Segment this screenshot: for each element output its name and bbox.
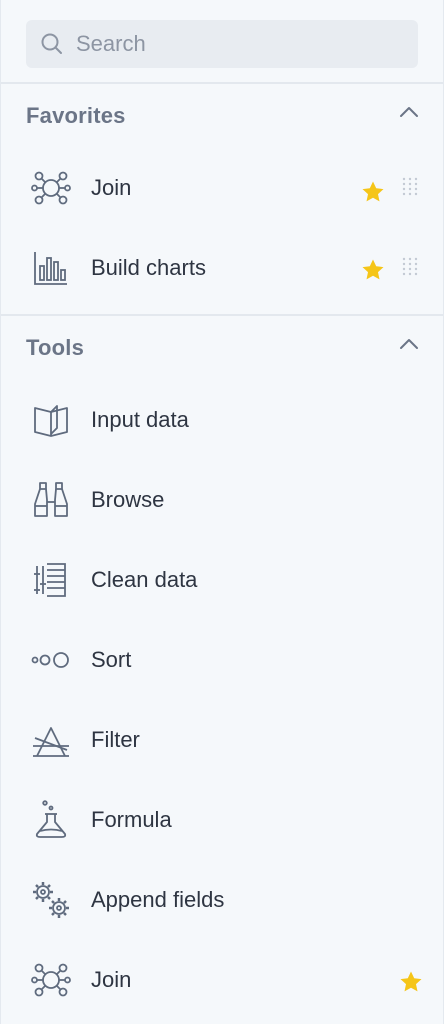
favorite-item-join[interactable]: Join <box>1 148 443 228</box>
favorites-title: Favorites <box>26 103 126 128</box>
drag-handle-icon[interactable] <box>402 177 418 199</box>
join-icon <box>31 168 71 208</box>
tool-item-browse[interactable]: Browse <box>1 460 443 540</box>
bar-chart-icon <box>31 248 71 288</box>
favorite-item-build-charts[interactable]: Build charts <box>1 228 443 308</box>
join-icon <box>31 960 71 1000</box>
book-icon <box>31 400 71 440</box>
tool-item-label: Append fields <box>91 887 225 912</box>
tool-item-filter[interactable]: Filter <box>1 700 443 780</box>
star-icon[interactable] <box>361 258 385 282</box>
tools-title: Tools <box>26 335 85 360</box>
favorite-item-label: Build charts <box>91 255 206 280</box>
sort-icon <box>31 640 71 680</box>
search-box[interactable] <box>26 20 418 68</box>
tool-item-label: Browse <box>91 487 165 512</box>
tool-item-label: Clean data <box>91 567 198 592</box>
tool-item-sort[interactable]: Sort <box>1 620 443 700</box>
clean-data-icon <box>31 560 71 600</box>
tool-item-input-data[interactable]: Input data <box>1 380 443 460</box>
star-icon[interactable] <box>361 180 385 204</box>
tools-section: Tools Input data Browse Clean data Sort … <box>1 316 443 1020</box>
tool-item-append-fields[interactable]: Append fields <box>1 860 443 940</box>
tool-item-clean-data[interactable]: Clean data <box>1 540 443 620</box>
drag-handle-icon[interactable] <box>402 257 418 279</box>
favorites-section: Favorites Join Build charts <box>1 84 443 316</box>
tool-item-join[interactable]: Join <box>1 940 443 1020</box>
search-icon <box>41 33 62 54</box>
tool-item-formula[interactable]: Formula <box>1 780 443 860</box>
binoculars-icon <box>31 480 71 520</box>
tool-item-label: Join <box>91 967 132 992</box>
filter-icon <box>31 720 71 760</box>
favorites-header[interactable]: Favorites <box>1 84 443 148</box>
chevron-up-icon[interactable] <box>399 338 419 350</box>
tools-header[interactable]: Tools <box>1 316 443 380</box>
gears-icon <box>31 880 71 920</box>
tool-palette-panel: Favorites <box>0 0 444 1024</box>
tool-item-label: Filter <box>91 727 140 752</box>
chevron-up-icon[interactable] <box>399 106 419 118</box>
flask-icon <box>31 800 71 840</box>
search-bar <box>1 0 443 84</box>
tool-item-label: Input data <box>91 407 189 432</box>
favorite-item-label: Join <box>91 175 132 200</box>
tool-item-label: Sort <box>91 647 132 672</box>
search-input[interactable] <box>26 20 418 68</box>
tool-item-label: Formula <box>91 807 172 832</box>
star-icon[interactable] <box>399 970 423 994</box>
